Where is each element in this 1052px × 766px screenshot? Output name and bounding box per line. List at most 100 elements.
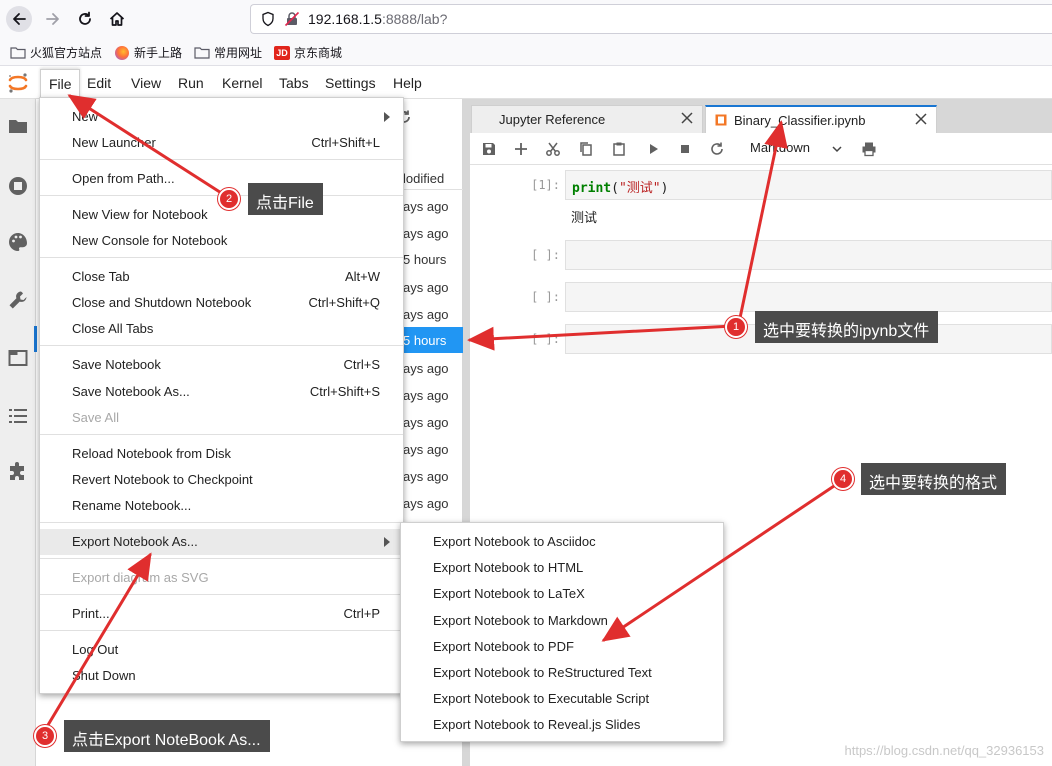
menu-help[interactable]: Help: [393, 75, 422, 91]
export-item[interactable]: Export Notebook to Reveal.js Slides: [401, 712, 723, 738]
file-modified-cell[interactable]: ays ago: [403, 382, 463, 408]
file-modified-cell[interactable]: ays ago: [403, 409, 463, 435]
tab-jupyter-reference[interactable]: Jupyter Reference: [471, 105, 703, 133]
bookmark-label: 京东商城: [294, 46, 343, 60]
menu-separator: [40, 522, 403, 523]
menu-separator: [40, 257, 403, 258]
menu-edit[interactable]: Edit: [87, 75, 111, 91]
menu-item-open-from-path[interactable]: Open from Path...: [40, 166, 403, 192]
file-modified-cell[interactable]: ays ago: [403, 274, 463, 300]
running-icon[interactable]: [7, 175, 29, 197]
annotation-badge-1: 1: [725, 316, 747, 338]
home-button[interactable]: [104, 6, 130, 32]
column-header-modified[interactable]: lodified: [403, 168, 463, 190]
file-modified-cell[interactable]: ays ago: [403, 436, 463, 462]
file-modified-cell[interactable]: 5 hours: [403, 327, 463, 353]
shield-icon[interactable]: [260, 11, 276, 27]
bookmark-getting-started[interactable]: 新手上路: [114, 44, 182, 61]
file-modified-cell[interactable]: ays ago: [403, 193, 463, 219]
code-cell-input[interactable]: [565, 240, 1052, 270]
tab-binary-classifier[interactable]: Binary_Classifier.ipynb: [705, 105, 937, 133]
url-bar[interactable]: 192.168.1.5:8888/lab?: [250, 4, 1052, 34]
export-item-label: Export Notebook to HTML: [433, 560, 584, 576]
file-modified-cell[interactable]: ays ago: [403, 490, 463, 516]
insecure-lock-icon[interactable]: [284, 11, 300, 27]
copy-icon[interactable]: [578, 141, 594, 157]
bookmark-firefox-site[interactable]: 火狐官方站点: [10, 44, 102, 61]
menu-item-save-notebook-as[interactable]: Save Notebook As... Ctrl+Shift+S: [40, 379, 403, 405]
printer-icon[interactable]: [861, 141, 877, 157]
menu-item-label: Export diagram as SVG: [72, 570, 209, 585]
arrow-right-icon: [46, 13, 59, 25]
tabs-icon[interactable]: [7, 347, 29, 369]
file-modified-cell[interactable]: ays ago: [403, 355, 463, 381]
chevron-down-icon[interactable]: [830, 142, 844, 156]
export-item[interactable]: Export Notebook to PDF: [401, 634, 723, 660]
save-icon[interactable]: [481, 141, 497, 157]
code-cell-input[interactable]: [565, 282, 1052, 312]
cell-prompt: [ ]:: [531, 332, 560, 346]
stop-icon[interactable]: [677, 141, 693, 157]
restart-icon[interactable]: [709, 141, 725, 157]
menu-kernel[interactable]: Kernel: [222, 75, 262, 91]
menu-item-shut-down[interactable]: Shut Down: [40, 663, 403, 689]
export-submenu: Export Notebook to Asciidoc Export Notebo…: [400, 522, 724, 742]
back-button[interactable]: [6, 6, 32, 32]
export-item[interactable]: Export Notebook to HTML: [401, 555, 723, 581]
paste-icon[interactable]: [611, 141, 627, 157]
menu-item-export-notebook-as[interactable]: Export Notebook As...: [40, 529, 403, 555]
menu-separator: [40, 345, 403, 346]
menu-item-close-all-tabs[interactable]: Close All Tabs: [40, 316, 403, 342]
scissors-icon[interactable]: [545, 141, 561, 157]
menu-item-label: New Launcher: [72, 135, 156, 150]
close-icon[interactable]: [914, 112, 928, 126]
menu-item-rename-notebook[interactable]: Rename Notebook...: [40, 493, 403, 519]
export-item[interactable]: Export Notebook to Markdown: [401, 608, 723, 634]
code-cell-input[interactable]: print("测试"): [565, 170, 1052, 200]
cell-type-select[interactable]: Markdown: [750, 140, 810, 155]
reload-button[interactable]: [72, 6, 98, 32]
export-item[interactable]: Export Notebook to Executable Script: [401, 686, 723, 712]
tab-bar: Jupyter Reference Binary_Classifier.ipyn…: [463, 99, 1052, 133]
menu-settings[interactable]: Settings: [325, 75, 376, 91]
menu-item-new[interactable]: New: [40, 104, 403, 130]
plus-icon[interactable]: [513, 141, 529, 157]
file-modified-cell[interactable]: ays ago: [403, 301, 463, 327]
url-text[interactable]: 192.168.1.5:8888/lab?: [308, 11, 447, 27]
extension-icon[interactable]: [7, 461, 29, 483]
export-item[interactable]: Export Notebook to ReStructured Text: [401, 660, 723, 686]
table-of-contents-icon[interactable]: [7, 405, 29, 427]
menu-tabs[interactable]: Tabs: [279, 75, 309, 91]
menu-item-label: Log Out: [72, 642, 119, 657]
export-item-label: Export Notebook to Markdown: [433, 612, 608, 628]
menu-item-print[interactable]: Print... Ctrl+P: [40, 601, 403, 627]
menu-item-reload-notebook-from-disk[interactable]: Reload Notebook from Disk: [40, 441, 403, 467]
menu-item-close-tab[interactable]: Close Tab Alt+W: [40, 264, 403, 290]
run-icon[interactable]: [645, 141, 661, 157]
forward-button[interactable]: [40, 6, 66, 32]
bookmark-jd[interactable]: JD 京东商城: [274, 44, 342, 61]
close-icon[interactable]: [680, 111, 694, 125]
menu-item-save-notebook[interactable]: Save Notebook Ctrl+S: [40, 352, 403, 378]
file-modified-cell[interactable]: 5 hours: [403, 246, 463, 272]
annotation-badge-4: 4: [832, 468, 854, 490]
bookmark-common-sites[interactable]: 常用网址: [194, 44, 262, 61]
export-item-label: Export Notebook to Executable Script: [433, 691, 650, 707]
menu-run[interactable]: Run: [178, 75, 204, 91]
menu-item-close-and-shutdown-notebook[interactable]: Close and Shutdown Notebook Ctrl+Shift+Q: [40, 290, 403, 316]
export-item[interactable]: Export Notebook to Asciidoc: [401, 529, 723, 555]
menu-file[interactable]: File: [40, 69, 80, 99]
file-modified-cell[interactable]: ays ago: [403, 220, 463, 246]
folder-icon[interactable]: [7, 115, 29, 137]
menu-item-new-console-for-notebook[interactable]: New Console for Notebook: [40, 228, 403, 254]
menu-view[interactable]: View: [131, 75, 161, 91]
wrench-icon[interactable]: [7, 289, 29, 311]
menu-item-log-out[interactable]: Log Out: [40, 637, 403, 663]
menu-item-revert-notebook-to-checkpoint[interactable]: Revert Notebook to Checkpoint: [40, 467, 403, 493]
menu-separator: [40, 558, 403, 559]
export-item[interactable]: Export Notebook to LaTeX: [401, 581, 723, 607]
bookmark-label: 火狐官方站点: [30, 46, 103, 60]
menu-item-new-launcher[interactable]: New Launcher Ctrl+Shift+L: [40, 130, 403, 156]
palette-icon[interactable]: [7, 231, 29, 253]
file-modified-cell[interactable]: ays ago: [403, 463, 463, 489]
